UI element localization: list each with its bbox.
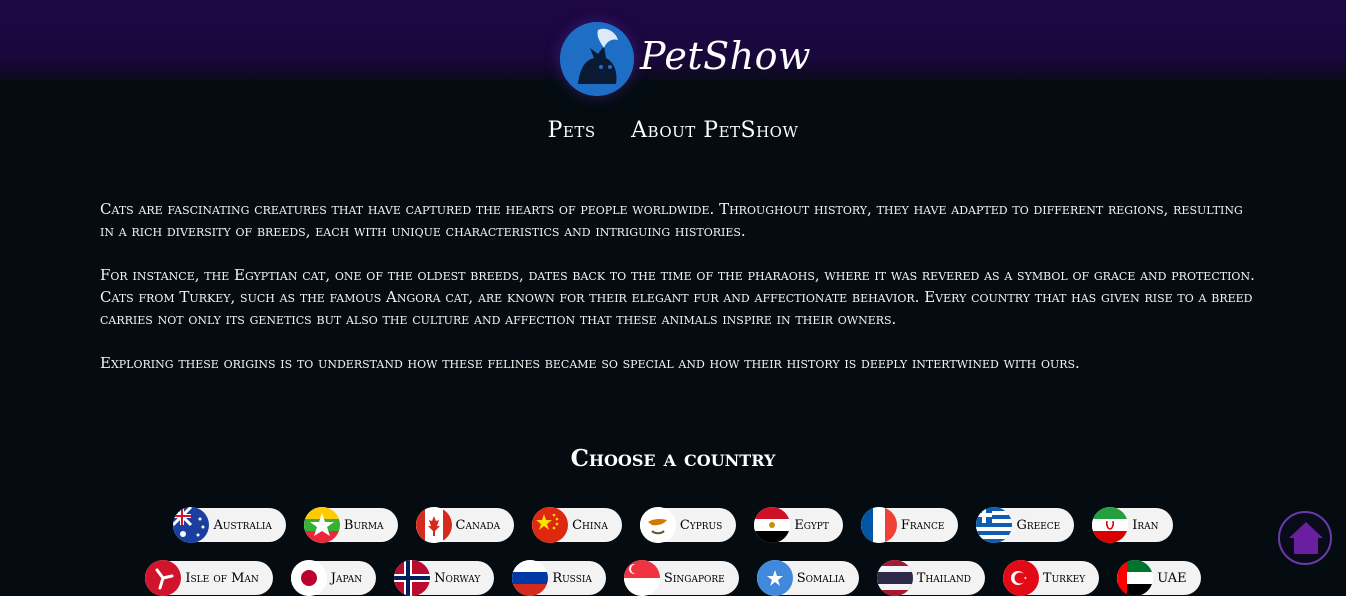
china-flag-icon	[532, 507, 569, 543]
canada-flag-icon	[415, 507, 452, 543]
home-icon	[1289, 522, 1323, 554]
choose-country-title: Choose a country	[570, 445, 776, 472]
logo[interactable]: PetShow	[560, 22, 811, 98]
logo-text: PetShow	[640, 34, 812, 78]
country-button-singapore[interactable]: Singapore	[623, 560, 739, 596]
country-button-greece[interactable]: Greece	[976, 507, 1075, 543]
intro-paragraph: Cats are fascinating creatures that have…	[100, 200, 1243, 240]
intro-text: Cats are fascinating creatures that have…	[100, 198, 1260, 396]
burma-flag-icon	[303, 507, 340, 543]
country-button-australia[interactable]: Australia	[173, 507, 286, 543]
home-button[interactable]	[1278, 511, 1332, 565]
cyprus-flag-icon	[639, 507, 676, 543]
country-button-egypt[interactable]: Egypt	[754, 507, 843, 543]
country-button-canada[interactable]: Canada	[415, 507, 515, 543]
country-row: Isle of Man Japan Norway Russia Singapor…	[0, 560, 1346, 596]
country-button-china[interactable]: China	[532, 507, 622, 543]
country-button-burma[interactable]: Burma	[303, 507, 398, 543]
country-button-russia[interactable]: Russia	[512, 560, 606, 596]
country-button-thailand[interactable]: Thailand	[876, 560, 985, 596]
country-button-isle-of-man[interactable]: Isle of Man	[145, 560, 273, 596]
country-button-uae[interactable]: UAE	[1117, 560, 1201, 596]
uae-flag-icon	[1117, 560, 1154, 596]
country-button-cyprus[interactable]: Cyprus	[639, 507, 737, 543]
turkey-flag-icon	[1002, 560, 1039, 596]
country-button-france[interactable]: France	[860, 507, 959, 543]
france-flag-icon	[860, 507, 897, 543]
cat-dog-logo-icon	[560, 22, 634, 96]
singapore-flag-icon	[623, 560, 660, 596]
country-button-somalia[interactable]: Somalia	[756, 560, 859, 596]
country-button-japan[interactable]: Japan	[290, 560, 377, 596]
iran-flag-icon	[1092, 507, 1129, 543]
intro-paragraph: For instance, the Egyptian cat, one of t…	[100, 266, 1255, 328]
norway-flag-icon	[394, 560, 431, 596]
country-row: Australia Burma Canada China Cyprus Egyp…	[0, 507, 1346, 543]
japan-flag-icon	[290, 560, 327, 596]
somalia-flag-icon	[756, 560, 793, 596]
country-button-iran[interactable]: Iran	[1092, 507, 1173, 543]
country-button-turkey[interactable]: Turkey	[1002, 560, 1100, 596]
country-button-norway[interactable]: Norway	[394, 560, 495, 596]
thailand-flag-icon	[876, 560, 913, 596]
nav-item-about[interactable]: About PetShow	[631, 118, 798, 143]
main-nav: Pets About PetShow	[0, 118, 1346, 143]
nav-item-pets[interactable]: Pets	[548, 118, 596, 143]
intro-paragraph: Exploring these origins is to understand…	[100, 354, 1080, 372]
